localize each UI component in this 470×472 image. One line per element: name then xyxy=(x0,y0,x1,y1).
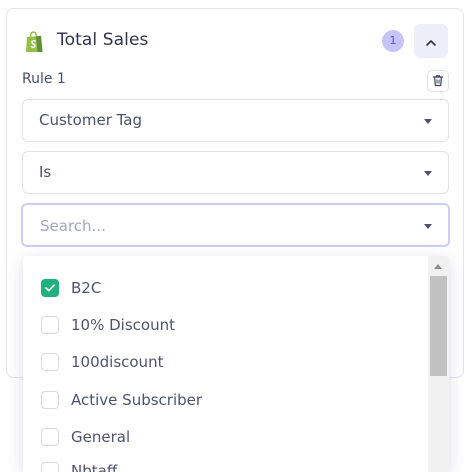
option-label: 100discount xyxy=(71,353,164,371)
checkbox-checked[interactable] xyxy=(41,279,59,297)
caret-down-icon xyxy=(424,224,432,229)
operator-select-value: Is xyxy=(39,163,52,181)
field-select-value: Customer Tag xyxy=(39,111,143,129)
field-select[interactable]: Customer Tag xyxy=(22,99,449,142)
chevron-up-icon xyxy=(425,32,437,51)
dropdown-scrollbar[interactable] xyxy=(428,256,449,472)
scroll-up-arrow-icon[interactable] xyxy=(434,264,442,269)
card-title: Total Sales xyxy=(57,30,149,50)
option-item[interactable]: 10% Discount xyxy=(41,314,175,336)
delete-rule-button[interactable] xyxy=(427,70,449,92)
collapse-button[interactable] xyxy=(414,24,448,58)
option-item[interactable]: 100discount xyxy=(41,351,163,373)
caret-down-icon xyxy=(424,171,432,176)
rule-count-badge: 1 xyxy=(382,30,404,52)
scrollbar-thumb[interactable] xyxy=(430,276,447,376)
shopify-bag-icon xyxy=(22,30,46,54)
option-label: General xyxy=(71,428,131,446)
option-label: B2C xyxy=(71,279,102,297)
checkbox[interactable] xyxy=(41,353,59,371)
checkbox[interactable] xyxy=(41,391,59,409)
checkbox[interactable] xyxy=(41,428,59,446)
check-icon xyxy=(45,284,55,292)
tag-options-dropdown: B2C 10% Discount 100discount Active Subs… xyxy=(23,256,449,472)
option-item[interactable]: Nbtaff xyxy=(41,460,117,472)
checkbox[interactable] xyxy=(41,462,59,472)
operator-select[interactable]: Is xyxy=(22,151,449,194)
search-input[interactable] xyxy=(38,215,402,237)
option-item[interactable]: Active Subscriber xyxy=(41,389,202,411)
option-item[interactable]: B2C xyxy=(41,277,101,299)
option-label: Active Subscriber xyxy=(71,391,203,409)
checkbox[interactable] xyxy=(41,316,59,334)
caret-down-icon xyxy=(424,119,432,124)
option-label: Nbtaff xyxy=(71,462,118,472)
option-label: 10% Discount xyxy=(71,316,175,334)
rule-label: Rule 1 xyxy=(22,71,66,87)
option-item[interactable]: General xyxy=(41,426,130,448)
card-header: Total Sales 1 xyxy=(22,24,448,60)
trash-icon xyxy=(432,72,444,91)
tag-search-select[interactable] xyxy=(21,203,450,247)
